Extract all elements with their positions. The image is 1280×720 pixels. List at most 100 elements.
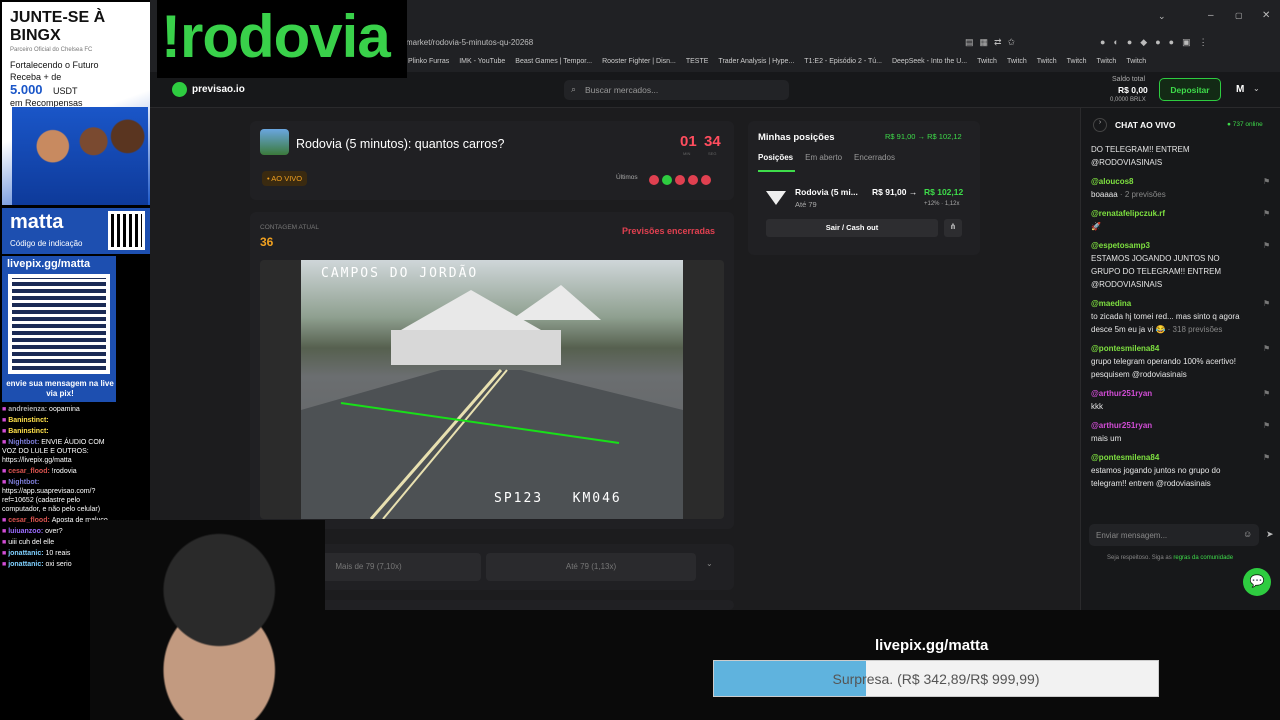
chat-username[interactable]: @pontesmilena84 — [1091, 451, 1251, 464]
down-result-icon — [649, 175, 659, 185]
chat-username[interactable]: @renatafelipczuk.rf — [1091, 207, 1251, 220]
chat-message: DO TELEGRAM!! ENTREM @RODOVIASINAIS — [1091, 143, 1251, 169]
recent-results — [646, 172, 711, 190]
stream-logo-text: !rodovia — [161, 3, 391, 70]
livepix-panel: livepix.gg/matta envie sua mensagem na l… — [2, 256, 116, 402]
stream-sidebar: JUNTE-SE À BINGX Parceiro Oficial do Che… — [0, 0, 325, 720]
cashout-label: Sair / Cash out — [825, 223, 879, 232]
minimize-icon[interactable]: – — [1208, 10, 1214, 21]
closed-status: Previsões encerradas — [622, 226, 716, 236]
bookmark-item[interactable]: DeepSeek - Into the U... — [892, 58, 967, 65]
chat-username[interactable]: @pontesmilena84 — [1091, 342, 1251, 355]
market-title: Rodovia (5 minutos): quantos carros? — [296, 137, 505, 151]
bookmark-item[interactable]: Twitch — [1096, 58, 1116, 65]
chat-username[interactable]: @maedina — [1091, 297, 1251, 310]
down-result-icon — [675, 175, 685, 185]
chat-message: @maedina to zicada hj tomei red... mas si… — [1091, 297, 1270, 336]
tab-encerrados[interactable]: Encerrados — [854, 153, 895, 162]
twitch-chat-line: ■ Baninstinct: — [2, 416, 114, 425]
rules-link[interactable]: regras da comunidade — [1173, 555, 1233, 561]
brand-logo-icon[interactable] — [172, 82, 187, 97]
search-input[interactable]: ⌕ Buscar mercados... — [564, 80, 789, 100]
search-placeholder: Buscar mercados... — [585, 85, 659, 95]
chat-fab-icon[interactable]: 💬 — [1243, 568, 1271, 596]
twitch-message: 10 reais — [45, 550, 71, 557]
profile-icons[interactable]: ●◐●◆●●▣⋮ — [1100, 37, 1216, 48]
report-flag-icon[interactable]: ⚑ — [1263, 419, 1270, 432]
chat-messages: DO TELEGRAM!! ENTREM @RODOVIASINAIS @alou… — [1091, 143, 1271, 496]
chat-username[interactable]: @aloucos8 — [1091, 175, 1251, 188]
report-flag-icon[interactable]: ⚑ — [1263, 207, 1270, 220]
camera-image: CAMPOS DO JORDÃO SP123 KM046 — [301, 260, 683, 519]
rules-text: Seja respeitoso. Siga as regras da comun… — [1107, 555, 1233, 561]
twitch-chat-line: ■ Nightbot: ENVIE ÁUDIO COM VOZ DO LULE … — [2, 438, 114, 465]
chat-message: @pontesmilena84 grupo telegram operando 1… — [1091, 342, 1270, 381]
tab-em-aberto[interactable]: Em aberto — [805, 153, 842, 162]
report-flag-icon[interactable]: ⚑ — [1263, 175, 1270, 188]
extension-icons[interactable]: ▤▦⇄✩ — [965, 37, 1021, 48]
twitch-username: jonattanic: — [8, 561, 46, 568]
chevron-down-icon[interactable]: ⌄ — [1158, 11, 1166, 22]
report-flag-icon[interactable]: ⚑ — [1263, 387, 1270, 400]
chat-text: estamos jogando juntos no grupo do teleg… — [1091, 466, 1221, 488]
chat-message: @arthur251ryan kkk ⚑ — [1091, 387, 1270, 413]
bingx-currency: USDT — [53, 86, 78, 96]
bookmark-item[interactable]: Twitch — [977, 58, 997, 65]
url-text[interactable]: market/rodovia-5-minutos-qu-20268 — [406, 38, 533, 47]
chat-meta: · 318 previsões — [1165, 325, 1223, 334]
chat-username[interactable]: @arthur251ryan — [1091, 419, 1251, 432]
market-header-card: Rodovia (5 minutos): quantos carros? 01 … — [250, 121, 734, 200]
qr-code-small — [108, 211, 145, 250]
user-menu[interactable]: M — [1236, 84, 1244, 95]
twitch-message: !rodovia — [51, 468, 77, 475]
bookmark-item[interactable]: Beast Games | Tempor... — [515, 58, 592, 65]
bookmark-item[interactable]: IMK - YouTube — [459, 58, 505, 65]
position-new-value: R$ 102,12 — [924, 187, 964, 197]
emoji-icon[interactable]: ☺ — [1243, 529, 1252, 539]
maximize-icon[interactable]: ▢ — [1235, 11, 1243, 20]
share-button[interactable]: ⋔ — [944, 219, 962, 237]
deposit-label: Depositar — [1170, 85, 1210, 95]
cashout-button[interactable]: Sair / Cash out — [766, 219, 938, 237]
brand-name[interactable]: previsao.io — [192, 84, 245, 95]
report-flag-icon[interactable]: ⚑ — [1263, 297, 1270, 310]
chat-input[interactable]: Enviar mensagem... ☺ — [1089, 524, 1259, 546]
up-result-icon — [662, 175, 672, 185]
chat-message: @arthur251ryan mais um ⚑ — [1091, 419, 1270, 445]
camera-feed: CAMPOS DO JORDÃO SP123 KM046 — [260, 260, 724, 519]
timer-min-label: MIN — [683, 151, 691, 156]
close-icon[interactable]: ✕ — [1262, 10, 1270, 21]
chat-title: CHAT AO VIVO — [1115, 120, 1176, 130]
bookmark-item[interactable]: Twitch — [1126, 58, 1146, 65]
chevron-down-icon[interactable]: ⌄ — [1253, 84, 1260, 93]
bookmark-item[interactable]: Trader Analysis | Hype... — [718, 58, 794, 65]
tab-posições[interactable]: Posições — [758, 153, 793, 162]
bookmark-item[interactable]: Twitch — [1037, 58, 1057, 65]
bookmark-item[interactable]: Rooster Fighter | Disn... — [602, 58, 676, 65]
option-under-button[interactable]: Até 79 (1,13x) — [486, 553, 696, 581]
camera-card: CONTAGEM ATUAL 36 Previsões encerradas C… — [250, 212, 734, 529]
share-icon: ⋔ — [949, 222, 957, 231]
twitch-chat-line: ■ Nightbot: https://app.suaprevisao.com/… — [2, 478, 114, 514]
twitch-username: luiuanzoo: — [8, 528, 46, 535]
send-icon[interactable]: ➤ — [1266, 529, 1274, 540]
deposit-button[interactable]: Depositar — [1159, 78, 1221, 101]
chat-username[interactable]: @espetosamp3 — [1091, 239, 1251, 252]
live-badge: • AO VIVO — [262, 171, 308, 186]
positions-tabs: Posições Em aberto Encerrados — [758, 153, 895, 162]
report-flag-icon[interactable]: ⚑ — [1263, 342, 1270, 355]
matta-title: matta — [10, 211, 64, 233]
chevron-down-icon[interactable]: ⌄ — [706, 559, 713, 568]
bookmark-item[interactable]: T1:E2 - Episódio 2 - Tú... — [804, 58, 882, 65]
collapse-chat-icon[interactable]: › — [1093, 118, 1107, 132]
bookmark-item[interactable]: Twitch — [1067, 58, 1087, 65]
bookmark-item[interactable]: Plinko Furras — [408, 58, 449, 65]
chat-text: boaaaa — [1091, 190, 1118, 199]
bookmark-item[interactable]: Twitch — [1007, 58, 1027, 65]
report-flag-icon[interactable]: ⚑ — [1263, 451, 1270, 464]
twitch-username: Baninstinct: — [8, 428, 49, 435]
report-flag-icon[interactable]: ⚑ — [1263, 239, 1270, 252]
twitch-message: https://app.suaprevisao.com/?ref=10652 (… — [2, 488, 101, 513]
bookmark-item[interactable]: TESTE — [686, 58, 709, 65]
chat-username[interactable]: @arthur251ryan — [1091, 387, 1251, 400]
